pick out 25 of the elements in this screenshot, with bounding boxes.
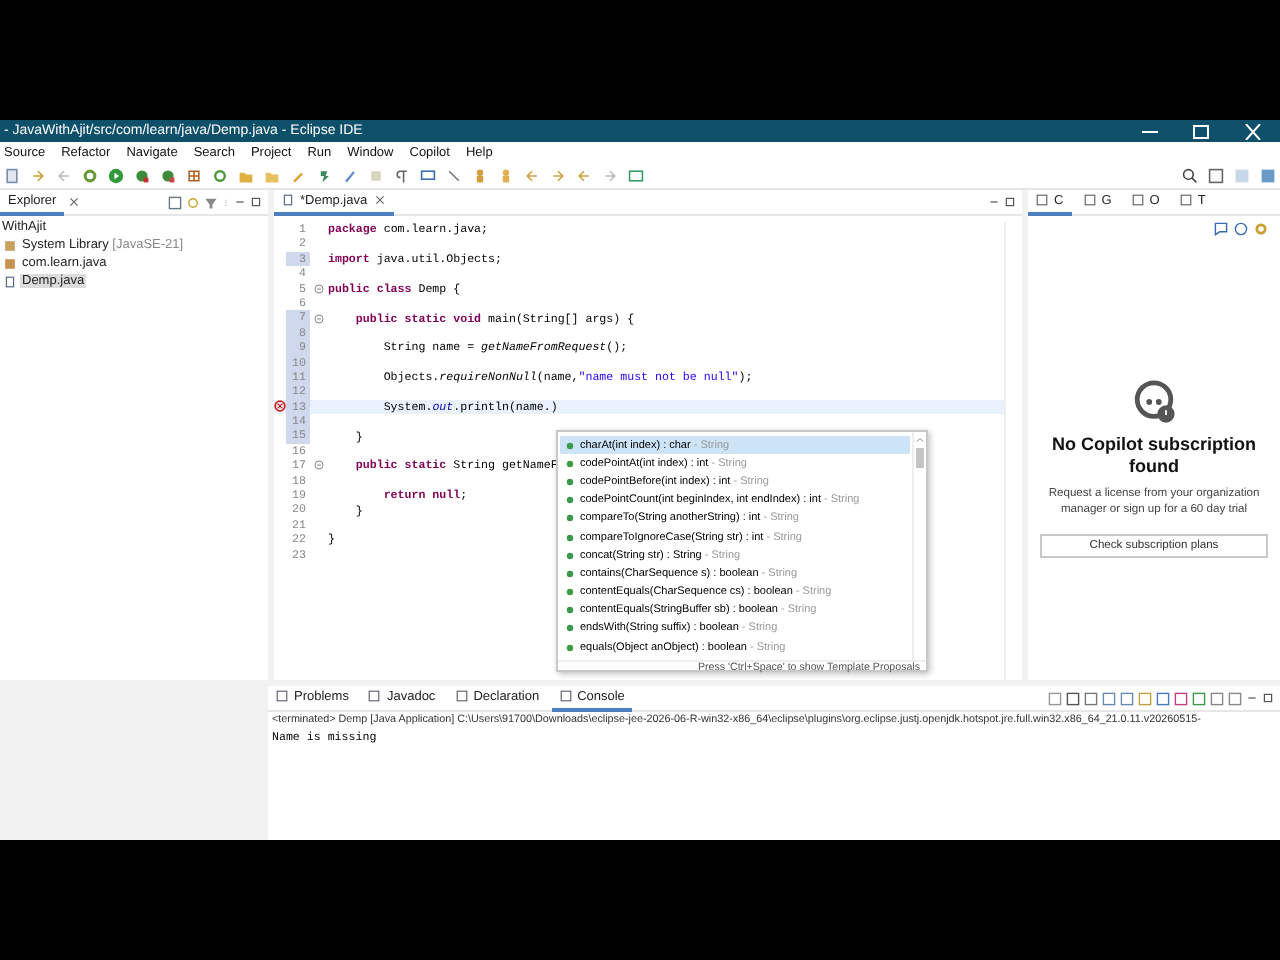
- minimize-icon[interactable]: [1246, 692, 1258, 704]
- maximize-icon[interactable]: [250, 196, 262, 208]
- filter-icon[interactable]: [204, 195, 218, 209]
- chat-icon[interactable]: [1214, 222, 1228, 236]
- minimize-icon[interactable]: [234, 196, 246, 208]
- method-icon: [566, 643, 574, 652]
- grid-icon[interactable]: [186, 168, 202, 184]
- maximize-icon[interactable]: [1262, 692, 1274, 704]
- person-icon[interactable]: [472, 168, 488, 184]
- copilot-heading: No Copilot subscription found: [1050, 434, 1258, 478]
- pencil-icon[interactable]: [290, 168, 306, 184]
- search-icon[interactable]: [1182, 168, 1198, 184]
- person-icon[interactable]: [498, 168, 514, 184]
- paragraph-icon[interactable]: [394, 168, 410, 184]
- scroll-up-icon[interactable]: [916, 436, 924, 444]
- fold-minus-icon[interactable]: [314, 460, 324, 471]
- play-icon[interactable]: [108, 168, 124, 184]
- close-icon[interactable]: [68, 196, 81, 208]
- java-file-icon: [282, 194, 294, 206]
- fold-minus-icon[interactable]: [314, 283, 324, 294]
- close-icon[interactable]: [373, 194, 386, 206]
- fold-minus-icon[interactable]: [314, 313, 324, 324]
- maximize-icon[interactable]: [1004, 196, 1016, 208]
- java-file-icon: [4, 275, 16, 287]
- minimize-icon[interactable]: [988, 196, 1000, 208]
